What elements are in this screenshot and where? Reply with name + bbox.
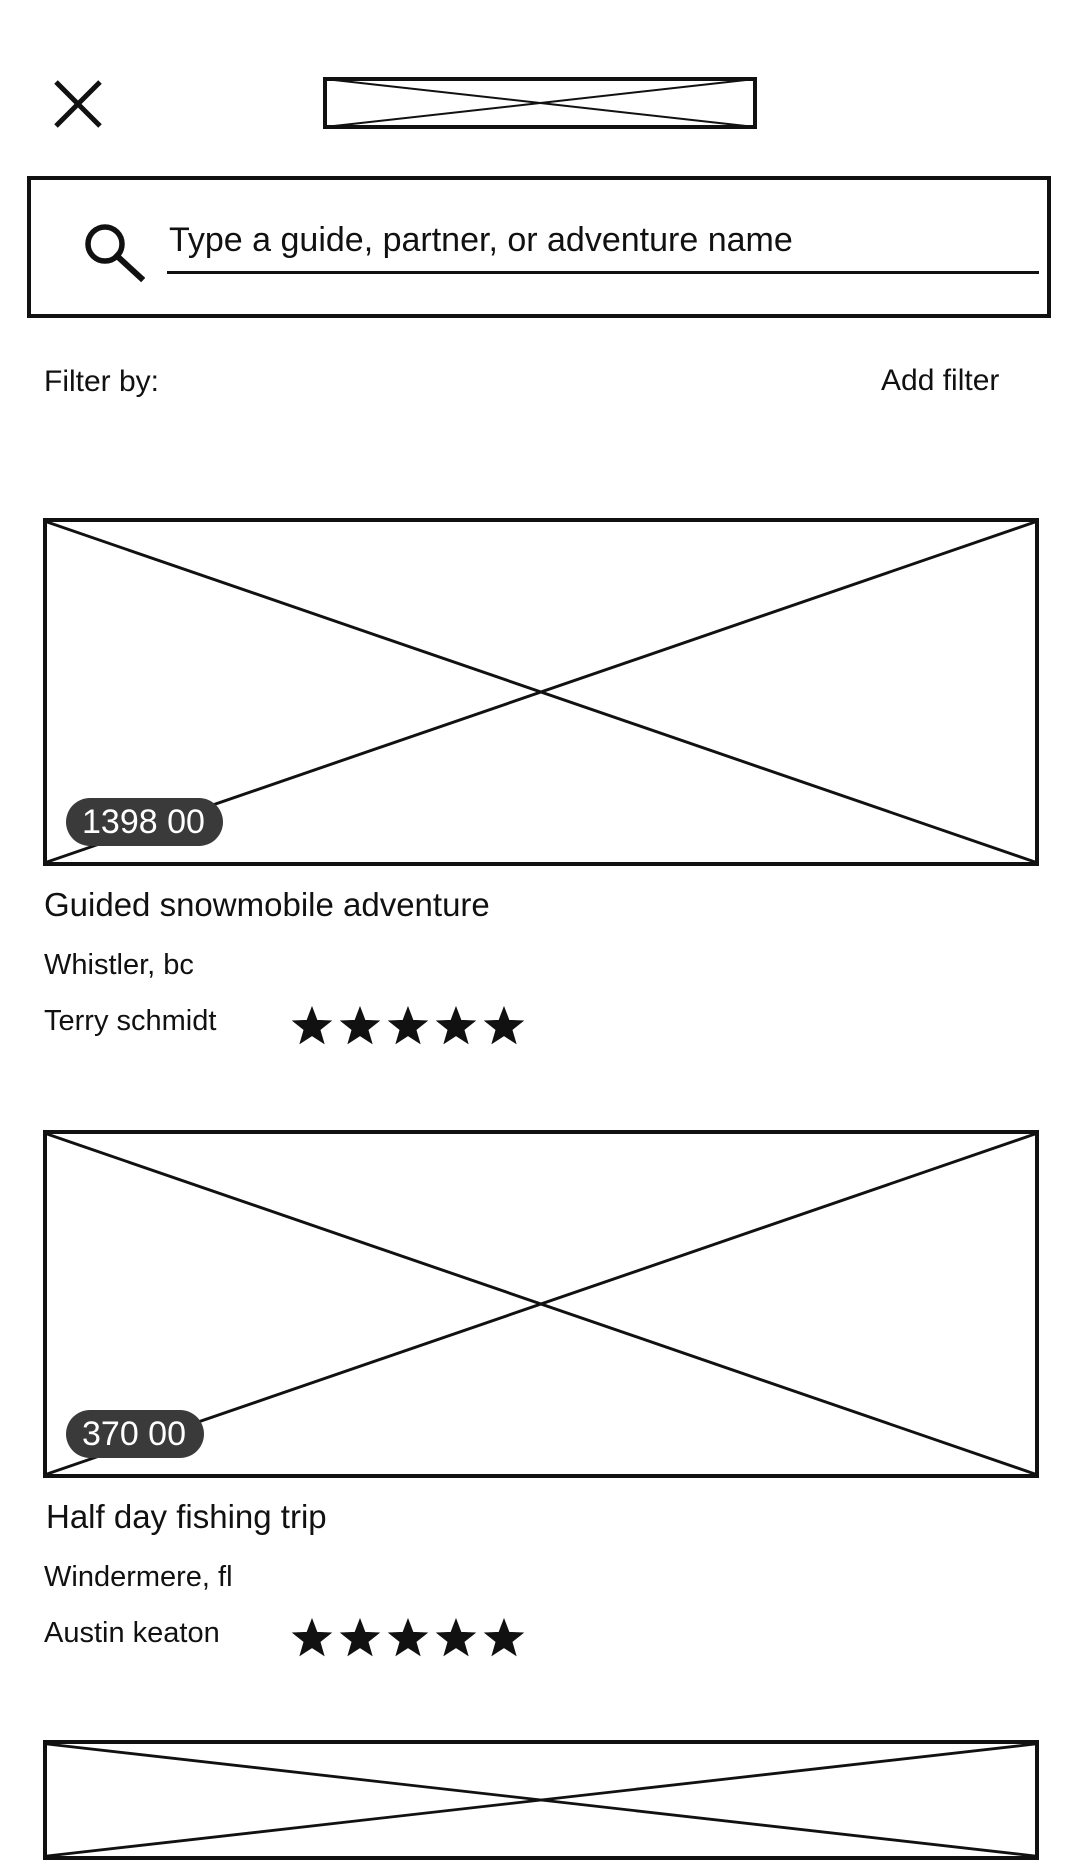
price-badge: 370 00 [66,1410,204,1458]
star-icon [436,1006,476,1045]
listing-guide-name[interactable]: Austin keaton [44,1617,220,1650]
star-icon [436,1618,476,1657]
listing-location: Windermere, fl [44,1561,233,1593]
star-icon [292,1618,332,1657]
filter-by-label: Filter by: [44,365,160,398]
listing-image[interactable]: 370 00 [43,1130,1039,1478]
listing-location: Whistler, bc [44,949,194,981]
close-button[interactable] [50,76,106,132]
listing-image[interactable]: 1398 00 [43,518,1039,866]
listing-guide-name[interactable]: Terry schmidt [44,1005,216,1038]
listing-title[interactable]: Guided snowmobile adventure [44,886,490,924]
star-icon [484,1618,524,1657]
listing-title[interactable]: Half day fishing trip [46,1498,327,1536]
star-icon [484,1006,524,1045]
search-bar[interactable] [27,176,1051,318]
search-icon [81,220,145,284]
star-icon [340,1006,380,1045]
close-icon [54,80,102,128]
star-icon [292,1006,332,1045]
image-placeholder-icon [47,1744,1035,1856]
star-icon [388,1006,428,1045]
star-rating [292,1006,524,1046]
add-filter-button[interactable]: Add filter [881,364,999,398]
star-rating [292,1618,524,1658]
search-input[interactable] [167,210,1039,274]
listing-image[interactable] [43,1740,1039,1860]
star-icon [340,1618,380,1657]
price-badge: 1398 00 [66,798,223,846]
logo-placeholder [323,77,757,129]
star-icon [388,1618,428,1657]
